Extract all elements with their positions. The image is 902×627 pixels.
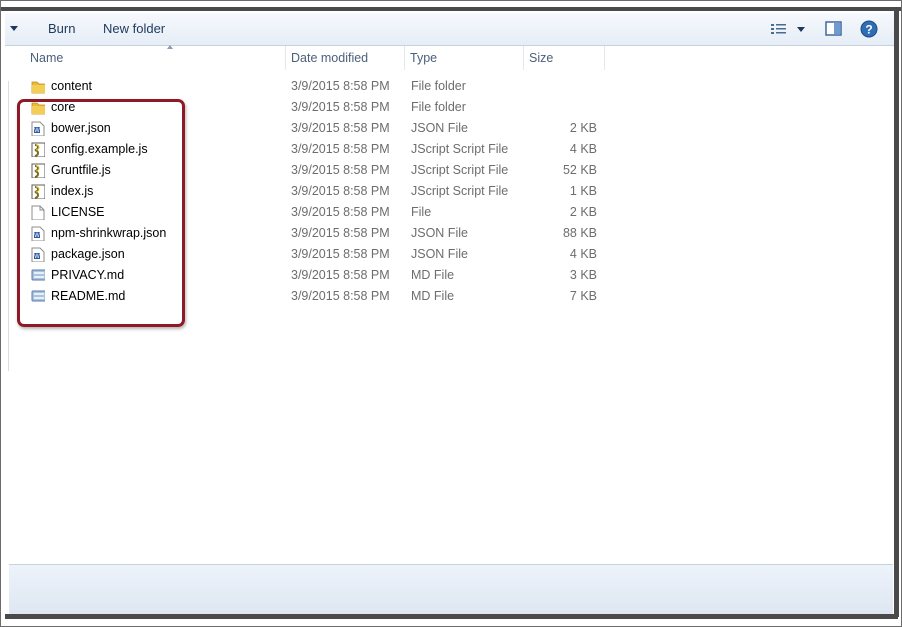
explorer-window: Burn New folder ? Name Date modified Typ… [0,0,902,627]
file-date-modified: 3/9/2015 8:58 PM [291,226,390,240]
file-type: JScript Script File [411,184,509,198]
file-size: 1 KB [569,184,597,198]
file-date-modified: 3/9/2015 8:58 PM [291,268,390,282]
details-pane [9,564,893,615]
window-right-border [894,11,899,617]
new-folder-button[interactable]: New folder [103,21,165,36]
file-size: 2 KB [569,205,597,219]
file-type: JSON File [411,121,468,135]
change-view-icon[interactable] [770,22,788,36]
file-row[interactable]: content 3/9/2015 8:58 PM File folder [9,76,893,97]
file-type: MD File [411,268,455,282]
file-type: JScript Script File [411,163,509,177]
column-type-label: Type [410,51,438,65]
file-type: File [411,205,432,219]
file-size: 4 KB [569,142,597,156]
column-name-label: Name [30,51,64,65]
help-icon[interactable]: ? [860,20,878,38]
file-size: 7 KB [569,289,597,303]
file-size: 2 KB [569,121,597,135]
file-date-modified: 3/9/2015 8:58 PM [291,79,390,93]
file-type: File folder [411,79,466,93]
file-size: 3 KB [569,268,597,282]
column-header-name[interactable]: Name [25,45,286,70]
file-type: File folder [411,100,466,114]
svg-text:?: ? [865,23,872,37]
window-bottom-border [5,614,898,619]
file-date-modified: 3/9/2015 8:58 PM [291,121,390,135]
file-type: JSON File [411,226,468,240]
command-bar: Burn New folder ? [5,13,895,46]
file-size: 88 KB [562,226,597,240]
file-date-modified: 3/9/2015 8:58 PM [291,247,390,261]
window-top-border [1,7,901,11]
sort-ascending-icon [167,45,173,49]
file-type: JSON File [411,247,468,261]
file-date-modified: 3/9/2015 8:58 PM [291,142,390,156]
file-size: 4 KB [569,247,597,261]
preview-pane-icon[interactable] [825,21,843,37]
column-size-label: Size [529,51,554,65]
highlight-box [17,99,185,327]
column-header-size[interactable]: Size [524,46,605,70]
burn-button[interactable]: Burn [48,21,75,36]
file-date-modified: 3/9/2015 8:58 PM [291,100,390,114]
file-date-modified: 3/9/2015 8:58 PM [291,184,390,198]
file-type: JScript Script File [411,142,509,156]
file-date-modified: 3/9/2015 8:58 PM [291,289,390,303]
column-header-row: Name Date modified Type Size [9,45,893,70]
column-header-type[interactable]: Type [405,46,524,70]
column-date-label: Date modified [291,51,369,65]
organize-dropdown-arrow-icon[interactable] [10,26,18,31]
column-header-date-modified[interactable]: Date modified [286,46,405,70]
file-type: MD File [411,289,455,303]
folder-icon [31,81,45,94]
file-date-modified: 3/9/2015 8:58 PM [291,163,390,177]
file-name: content [51,79,93,93]
view-dropdown-arrow-icon[interactable] [797,27,805,32]
file-date-modified: 3/9/2015 8:58 PM [291,205,390,219]
file-size: 52 KB [562,163,597,177]
